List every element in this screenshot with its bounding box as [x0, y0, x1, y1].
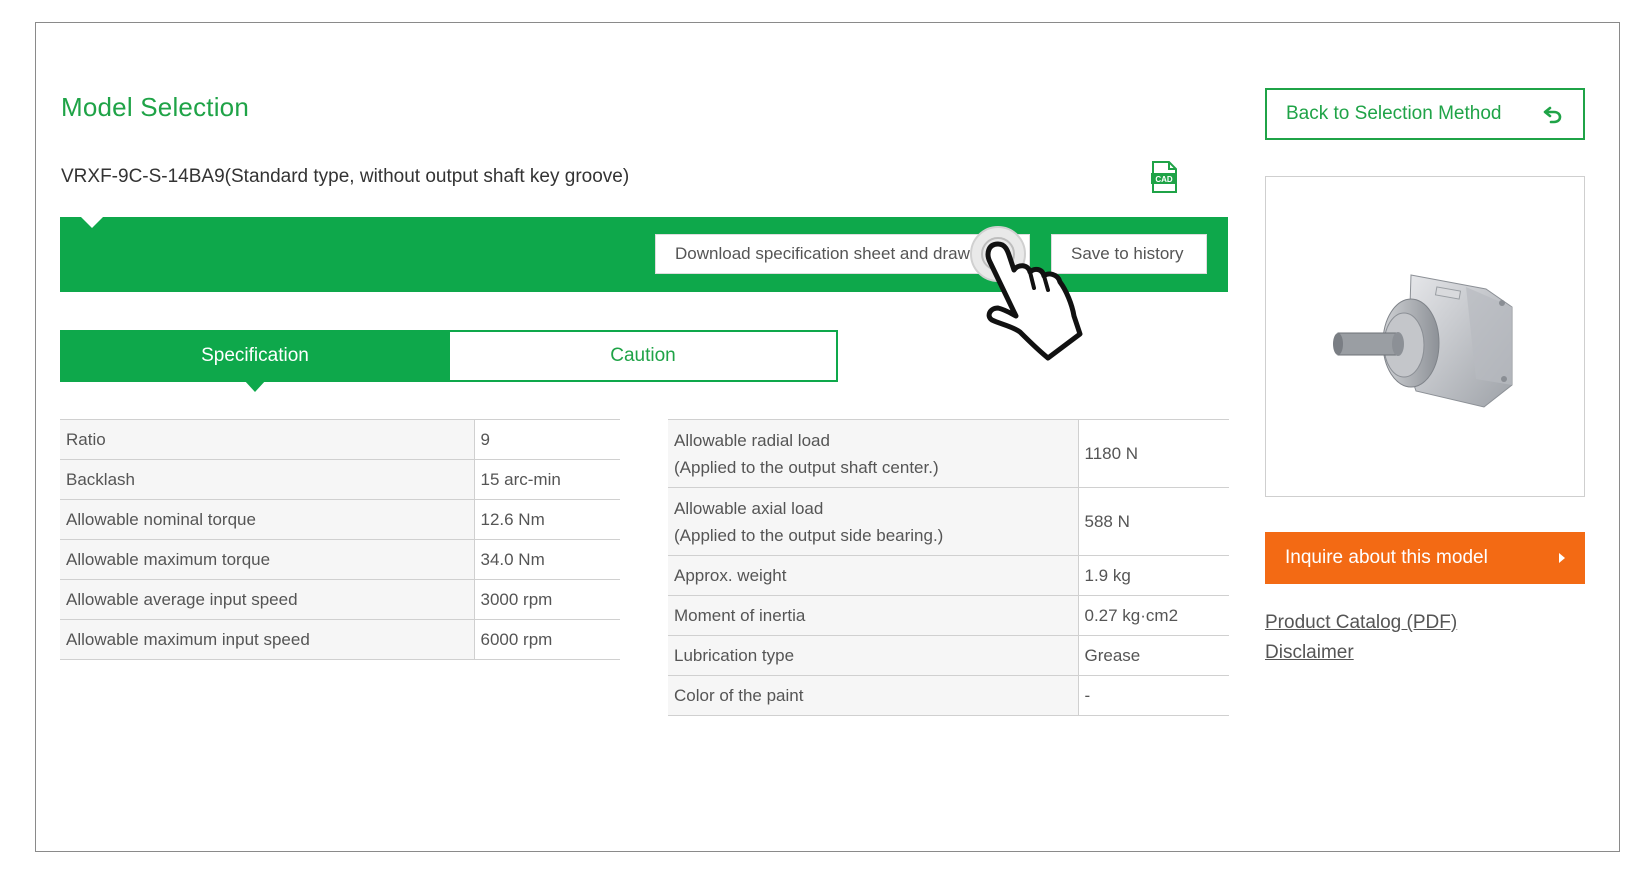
cad-label: CAD [1155, 175, 1173, 184]
back-to-selection-label: Back to Selection Method [1286, 103, 1502, 124]
spec-label-main: Allowable axial load [674, 498, 824, 518]
spec-value: 588 N [1077, 487, 1229, 556]
spec-label-sub: (Applied to the output side bearing.) [674, 525, 944, 545]
spec-value: 9 [473, 419, 620, 460]
tab-specification-label: Specification [201, 345, 309, 366]
table-row: Moment of inertia 0.27 kg·cm2 [668, 595, 1229, 636]
spec-label: Allowable maximum torque [60, 539, 474, 580]
tab-caution[interactable]: Caution [450, 330, 838, 382]
chevron-right-icon [1559, 553, 1565, 563]
spec-value: - [1077, 675, 1229, 716]
table-row: Lubrication type Grease [668, 635, 1229, 676]
spec-label: Backlash [60, 459, 474, 500]
spec-table-right: Allowable radial load (Applied to the ou… [668, 419, 1229, 716]
table-row: Allowable average input speed 3000 rpm [60, 579, 620, 620]
spec-value: 3000 rpm [473, 579, 620, 620]
spec-label: Lubrication type [668, 635, 1078, 676]
spec-value: 12.6 Nm [473, 499, 620, 540]
spec-label: Approx. weight [668, 555, 1078, 596]
product-catalog-link[interactable]: Product Catalog (PDF) [1265, 612, 1457, 634]
tab-bar: Specification Caution [60, 330, 838, 392]
spec-value: 1.9 kg [1077, 555, 1229, 596]
disclaimer-link[interactable]: Disclaimer [1265, 642, 1354, 664]
spec-label: Moment of inertia [668, 595, 1078, 636]
spec-table-left: Ratio 9 Backlash 15 arc-min Allowable no… [60, 419, 620, 660]
back-arrow-icon [1543, 106, 1562, 124]
spec-label: Color of the paint [668, 675, 1078, 716]
spec-value: Grease [1077, 635, 1229, 676]
spec-label: Allowable axial load (Applied to the out… [668, 487, 1078, 556]
table-row: Allowable radial load (Applied to the ou… [668, 419, 1229, 488]
tab-active-caret [244, 380, 266, 392]
gearbox-product-image [1333, 274, 1513, 408]
table-row: Color of the paint - [668, 675, 1229, 716]
spec-label: Ratio [60, 419, 474, 460]
spec-label: Allowable average input speed [60, 579, 474, 620]
spec-label: Allowable nominal torque [60, 499, 474, 540]
spec-value: 1180 N [1077, 419, 1229, 488]
spec-label-main: Allowable radial load [674, 430, 830, 450]
spec-value: 15 arc-min [473, 459, 620, 500]
inquire-label: Inquire about this model [1285, 547, 1488, 568]
spec-value: 34.0 Nm [473, 539, 620, 580]
back-to-selection-button[interactable]: Back to Selection Method [1265, 88, 1585, 140]
cad-file-icon[interactable]: CAD [1150, 161, 1178, 193]
table-row: Ratio 9 [60, 419, 620, 460]
pointing-hand-icon [970, 226, 1083, 361]
product-image-box [1265, 176, 1585, 497]
table-row: Allowable axial load (Applied to the out… [668, 487, 1229, 556]
table-row: Allowable nominal torque 12.6 Nm [60, 499, 620, 540]
spec-label: Allowable radial load (Applied to the ou… [668, 419, 1078, 488]
tab-caution-label: Caution [610, 345, 676, 366]
table-row: Allowable maximum torque 34.0 Nm [60, 539, 620, 580]
action-bar-notch [80, 216, 104, 228]
tab-specification[interactable]: Specification [60, 330, 450, 392]
spec-label: Allowable maximum input speed [60, 619, 474, 660]
inquire-button[interactable]: Inquire about this model [1265, 532, 1585, 584]
table-row: Backlash 15 arc-min [60, 459, 620, 500]
page-title: Model Selection [61, 92, 249, 122]
spec-value: 6000 rpm [473, 619, 620, 660]
table-row: Allowable maximum input speed 6000 rpm [60, 619, 620, 660]
model-name: VRXF-9C-S-14BA9(Standard type, without o… [61, 166, 630, 187]
spec-value: 0.27 kg·cm2 [1077, 595, 1229, 636]
spec-label-sub: (Applied to the output shaft center.) [674, 457, 939, 477]
table-row: Approx. weight 1.9 kg [668, 555, 1229, 596]
